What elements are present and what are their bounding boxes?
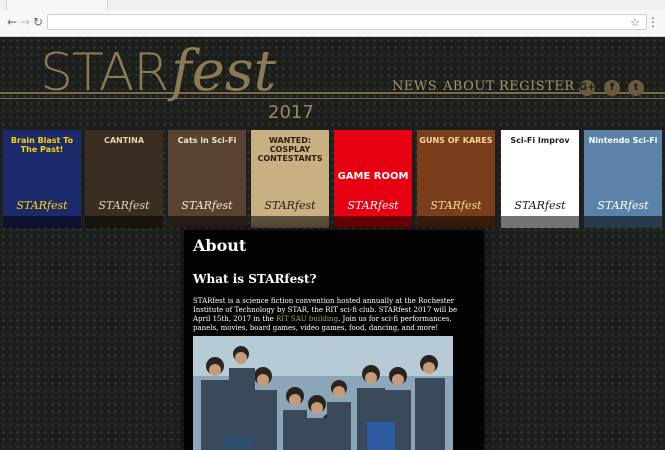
section-heading: What is STARfest? (193, 272, 317, 286)
poster-strip (3, 216, 81, 228)
poster-brand: STARfest (430, 199, 482, 212)
browser-menu-icon[interactable]: ⋮ (647, 15, 659, 29)
twitter-icon[interactable]: t (628, 80, 644, 96)
group-photo-illustration (193, 336, 453, 450)
reload-icon[interactable]: ↻ (31, 15, 45, 29)
nav-register[interactable]: REGISTER (499, 79, 575, 94)
poster-title: GUNS OF KARES (419, 136, 493, 145)
poster-brand: STARfest (181, 199, 233, 212)
site-header: STAR fest 2017 NEWS ABOUT REGISTER G+ f … (0, 37, 665, 127)
bookmark-star-icon[interactable]: ☆ (630, 15, 640, 30)
browser-toolbar: ← → ↻ ☆ ⋮ (0, 10, 665, 37)
logo-star-text: STAR (40, 43, 169, 103)
page-title: About (193, 236, 247, 255)
poster-brand: STARfest (514, 199, 566, 212)
poster-strip (334, 216, 412, 228)
poster-sci-fi-improv[interactable]: Sci-Fi Improv STARfest (501, 130, 579, 228)
poster-title: CANTINA (103, 136, 145, 145)
poster-cats-in-sci-fi[interactable]: Cats in Sci-Fi STARfest (168, 130, 246, 228)
browser-window: ← → ↻ ☆ ⋮ STAR fest 2017 NEWS ABOUT REGI… (0, 0, 665, 450)
about-content-panel: About What is STARfest? STARfest is a sc… (184, 230, 484, 450)
group-photo (193, 336, 453, 450)
address-bar[interactable]: ☆ (47, 14, 647, 30)
poster-strip (168, 216, 246, 228)
poster-nintendo-sci-fi[interactable]: Nintendo Sci-Fi STARfest (584, 130, 662, 228)
poster-brain-blast[interactable]: Brain Blast To The Past! STARfest (3, 130, 81, 228)
back-arrow-icon[interactable]: ← (5, 15, 19, 29)
facebook-icon[interactable]: f (604, 80, 620, 96)
about-paragraph: STARfest is a science fiction convention… (193, 297, 471, 333)
tab-strip (0, 0, 665, 11)
poster-brand: STARfest (16, 199, 68, 212)
poster-strip (85, 216, 163, 228)
poster-brand: STARfest (347, 199, 399, 212)
starfest-logo[interactable]: STAR fest 2017 (40, 39, 330, 123)
poster-title: WANTED: COSPLAY CONTESTANTS (257, 136, 323, 163)
poster-strip (251, 216, 329, 228)
forward-arrow-icon[interactable]: → (18, 15, 32, 29)
poster-cosplay[interactable]: WANTED: COSPLAY CONTESTANTS STARfest (251, 130, 329, 228)
google-plus-icon[interactable]: G+ (579, 80, 596, 96)
poster-title: Nintendo Sci-Fi (588, 136, 658, 145)
nav-about[interactable]: ABOUT (443, 79, 495, 94)
poster-strip (417, 216, 495, 228)
page-viewport: STAR fest 2017 NEWS ABOUT REGISTER G+ f … (0, 37, 665, 450)
poster-brand: STARfest (98, 199, 150, 212)
logo-fest-text: fest (171, 39, 277, 104)
poster-title: Cats in Sci-Fi (177, 136, 237, 145)
poster-carousel: Brain Blast To The Past! STARfest CANTIN… (0, 130, 665, 230)
poster-title: Brain Blast To The Past! (10, 136, 74, 154)
poster-guns-of-kares[interactable]: GUNS OF KARES STARfest (417, 130, 495, 228)
poster-game-room[interactable]: GAME ROOM STARfest (334, 130, 412, 228)
poster-title: Sci-Fi Improv (510, 136, 570, 145)
poster-brand: STARfest (264, 199, 316, 212)
poster-strip (584, 216, 662, 228)
poster-title: GAME ROOM (337, 171, 409, 182)
poster-brand: STARfest (597, 199, 649, 212)
poster-cantina[interactable]: CANTINA STARfest (85, 130, 163, 228)
logo-year: 2017 (268, 102, 314, 123)
poster-strip (501, 216, 579, 228)
rit-sau-building-link[interactable]: RIT SAU building (276, 315, 338, 323)
nav-news[interactable]: NEWS (392, 79, 437, 94)
